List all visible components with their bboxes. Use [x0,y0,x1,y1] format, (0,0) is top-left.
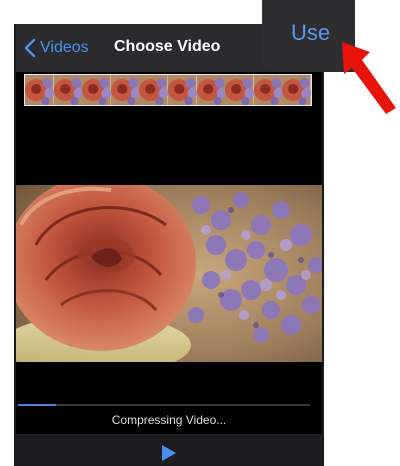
back-button[interactable]: Videos [24,35,89,61]
filmstrip-frame [82,75,111,105]
phone-screen: Videos Choose Video Compressing Video... [14,24,324,466]
video-filmstrip[interactable] [24,74,312,106]
play-icon[interactable] [161,444,177,462]
filmstrip-frame [25,75,54,105]
red-arrow-icon [342,42,396,114]
playback-toolbar [16,434,322,466]
progress-fill [18,404,56,406]
status-text: Compressing Video... [111,413,227,427]
filmstrip-frame [53,75,83,105]
chevron-left-icon [24,38,36,58]
filmstrip-frame [139,75,168,105]
filmstrip-frame [110,75,140,105]
filmstrip-frame [225,75,254,105]
video-preview [16,185,322,362]
page-title: Choose Video [114,38,221,55]
compression-progress-bar [18,404,310,406]
filmstrip-frame [167,75,197,105]
filmstrip-frame [196,75,226,105]
back-button-label: Videos [40,39,89,56]
use-button[interactable]: Use [291,20,330,46]
filmstrip-frame [253,75,283,105]
filmstrip-frame [282,75,311,105]
